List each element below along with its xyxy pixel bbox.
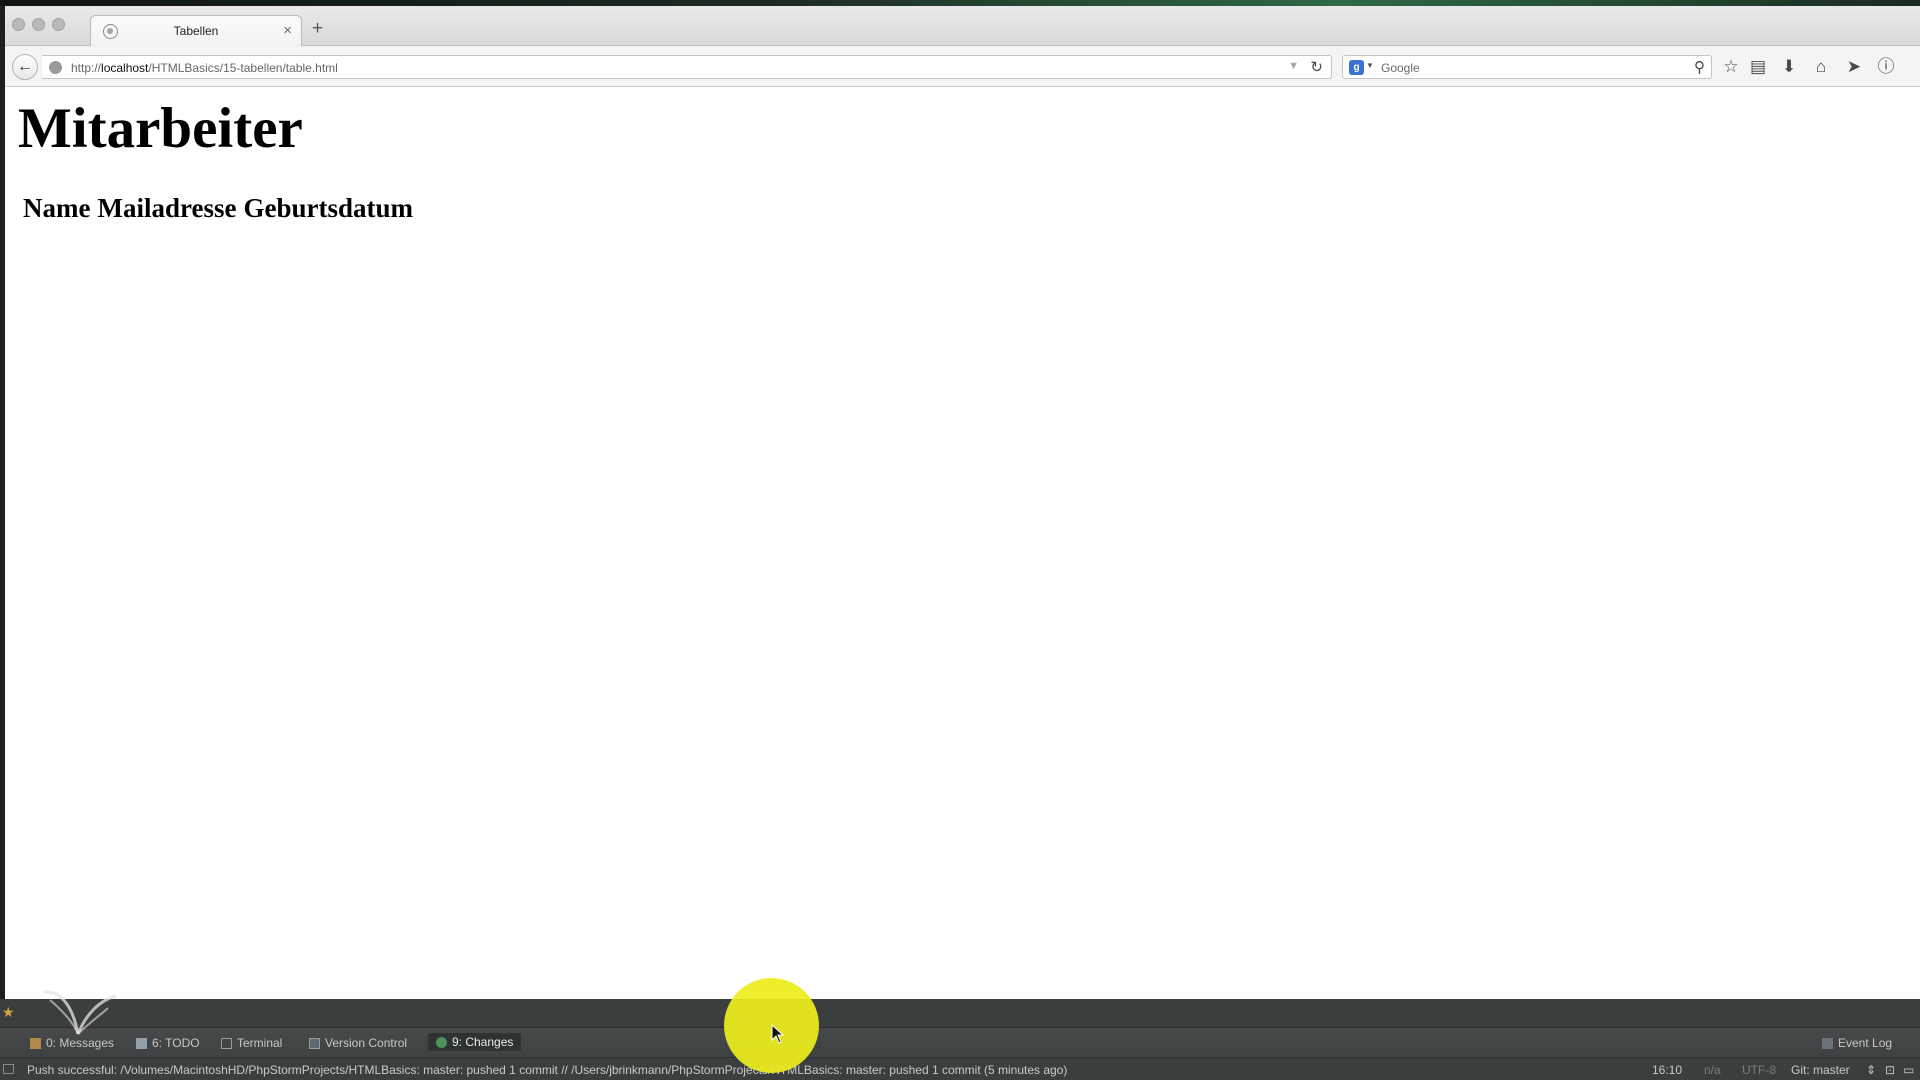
mouse-pointer-icon [771, 1024, 785, 1044]
version-control-icon [309, 1037, 320, 1049]
chevron-updown-icon[interactable]: ⇕ [1866, 1063, 1876, 1077]
url-bar[interactable]: http://localhost/HTMLBasics/15-tabellen/… [42, 55, 1332, 79]
search-icon[interactable]: ⚲ [1694, 58, 1705, 76]
column-header-name: Name [23, 193, 91, 223]
url-text[interactable]: http://localhost/HTMLBasics/15-tabellen/… [71, 61, 338, 75]
tool-window-version-control[interactable]: Version Control [309, 1036, 407, 1050]
site-identity-icon[interactable] [49, 61, 62, 74]
tool-window-terminal[interactable]: Terminal [221, 1036, 282, 1050]
close-window-button[interactable] [12, 18, 25, 31]
event-log-icon [1822, 1037, 1833, 1049]
ide-editor-strip [0, 999, 1920, 1027]
table-header-row: Name Mailadresse Geburtsdatum [23, 193, 413, 224]
cursor-position[interactable]: 16:10 [1652, 1063, 1682, 1077]
line-separator[interactable]: n/a [1704, 1063, 1721, 1077]
reading-list-icon[interactable]: ▤ [1746, 55, 1770, 79]
column-header-geburtsdatum: Geburtsdatum [243, 193, 413, 223]
tool-window-event-log[interactable]: Event Log [1822, 1036, 1892, 1050]
tool-window-label: Version Control [325, 1036, 408, 1050]
info-icon[interactable]: ⓘ [1874, 55, 1898, 79]
minimize-window-button[interactable] [32, 18, 45, 31]
changes-icon [436, 1036, 447, 1048]
ide-status-bar: Push successful: /Volumes/MacintoshHD/Ph… [0, 1057, 1920, 1080]
star-icon[interactable]: ☆ [1719, 55, 1743, 79]
page-content: Mitarbeiter Name Mailadresse Geburtsdatu… [5, 88, 1920, 999]
lock-icon[interactable]: ⊡ [1885, 1063, 1895, 1077]
reload-icon[interactable]: ↻ [1310, 58, 1323, 76]
memory-indicator-icon[interactable]: ▭ [1903, 1063, 1914, 1077]
new-tab-button[interactable]: + [312, 19, 323, 38]
status-message[interactable]: Push successful: /Volumes/MacintoshHD/Ph… [27, 1063, 1067, 1077]
tool-window-label: 6: TODO [152, 1036, 200, 1050]
terminal-icon [221, 1037, 232, 1049]
home-icon[interactable]: ⌂ [1809, 55, 1833, 79]
tool-window-label: Event Log [1838, 1036, 1893, 1050]
vcs-branch[interactable]: Git: master [1791, 1063, 1850, 1077]
tab-title: Tabellen [173, 24, 219, 38]
tool-window-label: Terminal [237, 1036, 283, 1050]
column-header-mailadresse: Mailadresse [97, 193, 237, 223]
browser-window: Tabellen × + ← http://localhost/HTMLBasi… [5, 6, 1920, 999]
search-engine-icon[interactable]: g [1349, 60, 1364, 75]
search-input[interactable]: Google [1381, 61, 1420, 75]
tab-tabellen[interactable]: Tabellen × [90, 15, 302, 47]
search-bar[interactable]: g ▼ Google ⚲ [1342, 55, 1712, 79]
watermark-logo [42, 990, 117, 1035]
history-dropdown-icon[interactable]: ▼ [1288, 60, 1299, 72]
tool-window-label: 9: Changes [452, 1035, 514, 1049]
download-icon[interactable]: ⬇ [1777, 55, 1801, 79]
zoom-window-button[interactable] [52, 18, 65, 31]
page-heading: Mitarbeiter [18, 97, 303, 160]
close-tab-icon[interactable]: × [283, 22, 292, 39]
favorites-star-icon[interactable]: ★ [2, 1004, 15, 1021]
back-button[interactable]: ← [12, 54, 38, 80]
tool-window-changes[interactable]: 9: Changes [428, 1033, 522, 1051]
file-encoding[interactable]: UTF-8 [1742, 1063, 1776, 1077]
todo-icon [136, 1037, 147, 1049]
toggle-tool-windows-icon[interactable] [3, 1064, 14, 1074]
tool-window-todo[interactable]: 6: TODO [136, 1036, 200, 1050]
navigation-toolbar: ← http://localhost/HTMLBasics/15-tabelle… [5, 46, 1920, 87]
send-icon[interactable]: ➤ [1842, 55, 1866, 79]
ide-tool-window-bar: 0: Messages 6: TODO Terminal Version Con… [0, 1027, 1920, 1057]
chevron-down-icon[interactable]: ▼ [1366, 61, 1374, 70]
browser-titlebar: Tabellen × + [5, 6, 1920, 47]
